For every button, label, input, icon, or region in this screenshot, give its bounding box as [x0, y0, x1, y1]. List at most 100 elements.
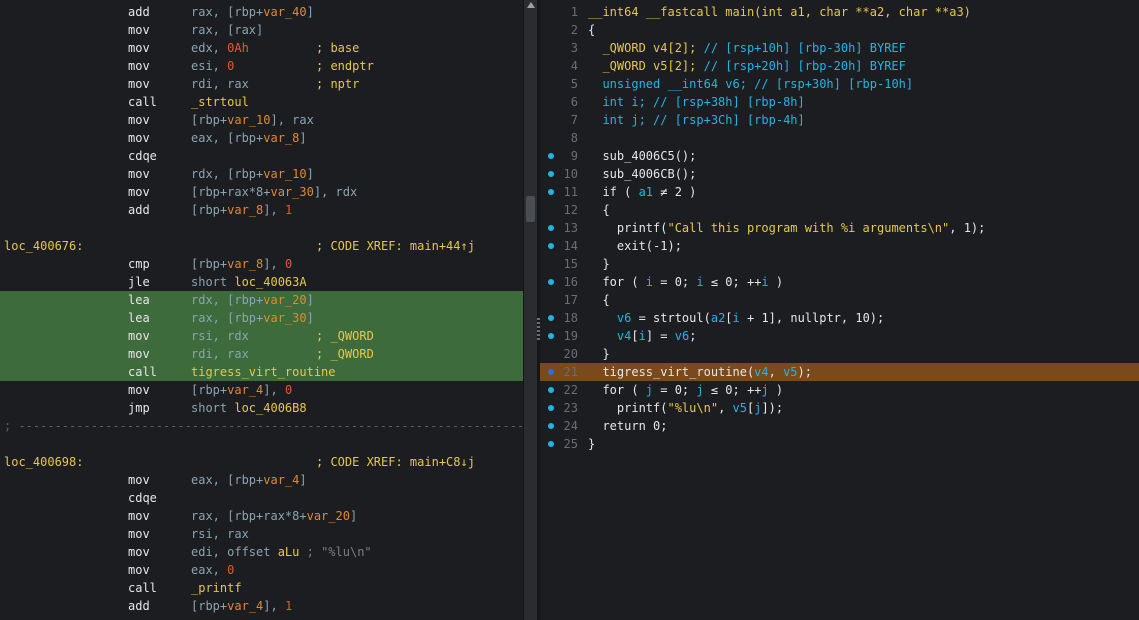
- code-line[interactable]: 8: [540, 129, 1139, 147]
- asm-xref-comment[interactable]: ; CODE XREF: main+C8↓j: [316, 453, 475, 471]
- asm-line[interactable]: cmp [rbp+var_8], 0: [0, 255, 523, 273]
- asm-xref-comment[interactable]: ; CODE XREF: main+44↑j: [316, 237, 475, 255]
- breakpoint-dot-icon[interactable]: [548, 405, 554, 411]
- code-line[interactable]: 4 _QWORD v5[2]; // [rsp+20h] [rbp-20h] B…: [540, 57, 1139, 75]
- code-line[interactable]: 20 }: [540, 345, 1139, 363]
- breakpoint-dot-icon[interactable]: [548, 315, 554, 321]
- asm-line[interactable]: mov [rbp+var_4], 0: [0, 381, 523, 399]
- asm-line[interactable]: loc_400676: ; CODE XREF: main+44↑j: [0, 237, 523, 255]
- asm-line[interactable]: mov rax, [rbp+rax*8+var_20]: [0, 507, 523, 525]
- asm-line[interactable]: mov edi, offset aLu ; "%lu\n": [0, 543, 523, 561]
- asm-line[interactable]: mov rdx, [rbp+var_10]: [0, 165, 523, 183]
- asm-line[interactable]: lea rax, [rbp+var_30]: [0, 309, 523, 327]
- asm-line[interactable]: cdqe: [0, 147, 523, 165]
- breakpoint-dot-icon[interactable]: [548, 243, 554, 249]
- code-line[interactable]: 24 return 0;: [540, 417, 1139, 435]
- code-line[interactable]: 5 unsigned __int64 v6; // [rsp+30h] [rbp…: [540, 75, 1139, 93]
- code-line[interactable]: 11 if ( a1 ≠ 2 ): [540, 183, 1139, 201]
- asm-mnemonic: mov: [128, 545, 150, 559]
- breakpoint-dot-icon[interactable]: [548, 369, 554, 375]
- asm-operand-token: ], rax: [270, 113, 314, 127]
- code-line[interactable]: 17 {: [540, 291, 1139, 309]
- code-token: ): [768, 383, 784, 397]
- asm-line[interactable]: lea rdx, [rbp+var_20]: [0, 291, 523, 309]
- code-line[interactable]: 10 sub_4006CB();: [540, 165, 1139, 183]
- disassembly-scrollbar[interactable]: [523, 0, 538, 620]
- asm-label[interactable]: loc_400698:: [4, 453, 83, 471]
- asm-line[interactable]: mov eax, 0: [0, 561, 523, 579]
- breakpoint-dot-icon[interactable]: [548, 279, 554, 285]
- asm-line[interactable]: mov eax, [rbp+var_8]: [0, 129, 523, 147]
- code-line[interactable]: 2{: [540, 21, 1139, 39]
- asm-line[interactable]: mov rsi, rax: [0, 525, 523, 543]
- breakpoint-dot-icon[interactable]: [548, 171, 554, 177]
- code-line[interactable]: 19 v4[i] = v6;: [540, 327, 1139, 345]
- asm-line[interactable]: call _printf: [0, 579, 523, 597]
- code-line[interactable]: 3 _QWORD v4[2]; // [rsp+10h] [rbp-30h] B…: [540, 39, 1139, 57]
- asm-line[interactable]: jmp short loc_4006B8: [0, 399, 523, 417]
- breakpoint-dot-icon[interactable]: [548, 153, 554, 159]
- asm-line[interactable]: add rax, [rbp+var_40]: [0, 3, 523, 21]
- asm-label[interactable]: loc_400676:: [4, 237, 83, 255]
- asm-mnemonic: lea: [128, 293, 150, 307]
- asm-line[interactable]: add [rbp+var_8], 1: [0, 201, 523, 219]
- breakpoint-dot-icon[interactable]: [548, 333, 554, 339]
- breakpoint-dot-icon[interactable]: [548, 387, 554, 393]
- asm-line[interactable]: mov rsi, rdx ; _QWORD: [0, 327, 523, 345]
- asm-line[interactable]: mov eax, [rbp+var_4]: [0, 471, 523, 489]
- asm-line[interactable]: [0, 219, 523, 237]
- asm-operand-token: var_20: [306, 509, 350, 523]
- asm-line[interactable]: mov [rbp+var_10], rax: [0, 111, 523, 129]
- code-token: ;: [689, 329, 697, 343]
- asm-operand-token: _strtoul: [191, 95, 249, 109]
- asm-mnemonic: cmp: [128, 257, 150, 271]
- code-line[interactable]: 22 for ( j = 0; j ≤ 0; ++j ): [540, 381, 1139, 399]
- asm-line[interactable]: ; --------------------------------------…: [0, 417, 523, 435]
- code-line[interactable]: 6 int i; // [rsp+38h] [rbp-8h]: [540, 93, 1139, 111]
- code-line[interactable]: 23 printf("%lu\n", v5[j]);: [540, 399, 1139, 417]
- code-text: __int64 __fastcall main(int a1, char **a…: [588, 3, 971, 21]
- code-line[interactable]: 1 __int64 __fastcall main(int a1, char **…: [540, 3, 1139, 21]
- asm-line[interactable]: mov [rbp+rax*8+var_30], rdx: [0, 183, 523, 201]
- breakpoint-dot-icon[interactable]: [548, 225, 554, 231]
- scrollbar-thumb[interactable]: [526, 196, 535, 222]
- code-token: tigress_virt_routine(: [588, 365, 755, 379]
- asm-line[interactable]: loc_400698: ; CODE XREF: main+C8↓j: [0, 453, 523, 471]
- line-number: 6: [570, 95, 578, 109]
- asm-line[interactable]: mov rdi, rax ; nptr: [0, 75, 523, 93]
- breakpoint-dot-icon[interactable]: [548, 441, 554, 447]
- asm-line[interactable]: jle short loc_40063A: [0, 273, 523, 291]
- code-line[interactable]: 16 for ( i = 0; i ≤ 0; ++i ): [540, 273, 1139, 291]
- asm-line[interactable]: add [rbp+var_4], 1: [0, 597, 523, 615]
- code-line[interactable]: 9 sub_4006C5();: [540, 147, 1139, 165]
- code-line[interactable]: 12 {: [540, 201, 1139, 219]
- scroll-up-arrow-icon[interactable]: [527, 2, 535, 8]
- pseudocode-view[interactable]: 1 __int64 __fastcall main(int a1, char **…: [540, 0, 1139, 620]
- code-text: _QWORD v4[2]; // [rsp+10h] [rbp-30h] BYR…: [588, 39, 905, 57]
- asm-operand-token: rsi, rdx: [191, 329, 249, 343]
- disassembly-view[interactable]: add rax, [rbp+var_40] mov rax, [rax] mov edx,…: [0, 0, 523, 620]
- code-text: unsigned __int64 v6; // [rsp+30h] [rbp-1…: [588, 75, 913, 93]
- asm-operands: [rbp+var_8], 0: [191, 255, 292, 273]
- asm-line[interactable]: mov rax, [rax]: [0, 21, 523, 39]
- code-line[interactable]: 13 printf("Call this program with %i arg…: [540, 219, 1139, 237]
- code-line[interactable]: 25}: [540, 435, 1139, 453]
- code-token: sub_4006C5();: [588, 149, 697, 163]
- asm-operand-token: var_30: [263, 311, 307, 325]
- asm-line[interactable]: mov esi, 0 ; endptr: [0, 57, 523, 75]
- asm-line[interactable]: call tigress_virt_routine: [0, 363, 523, 381]
- asm-line[interactable]: call _strtoul: [0, 93, 523, 111]
- asm-line[interactable]: mov rdi, rax ; _QWORD: [0, 345, 523, 363]
- asm-line[interactable]: cdqe: [0, 489, 523, 507]
- line-number: 16: [563, 275, 578, 289]
- asm-line[interactable]: mov edx, 0Ah ; base: [0, 39, 523, 57]
- code-line[interactable]: 21 tigress_virt_routine(v4, v5);: [540, 363, 1139, 381]
- breakpoint-dot-icon[interactable]: [548, 423, 554, 429]
- asm-line[interactable]: [0, 435, 523, 453]
- breakpoint-dot-icon[interactable]: [548, 189, 554, 195]
- code-line[interactable]: 14 exit(-1);: [540, 237, 1139, 255]
- code-line[interactable]: 7 int j; // [rsp+3Ch] [rbp-4h]: [540, 111, 1139, 129]
- code-line[interactable]: 18 v6 = strtoul(a2[i + 1], nullptr, 10);: [540, 309, 1139, 327]
- code-line[interactable]: 15 }: [540, 255, 1139, 273]
